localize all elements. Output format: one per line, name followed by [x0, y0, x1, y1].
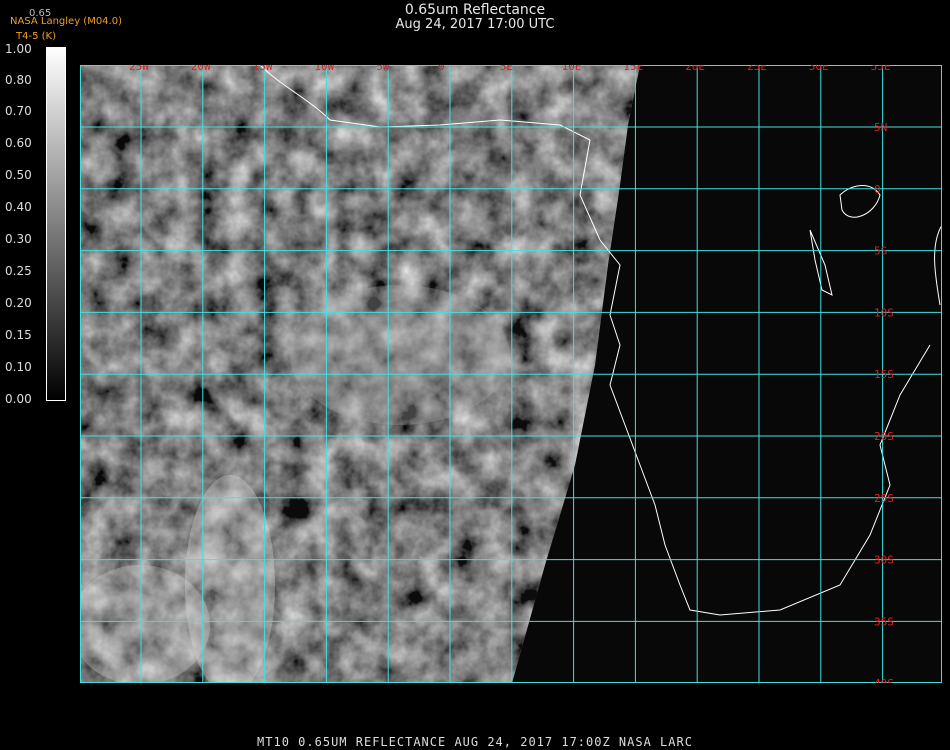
lat-label: 20S	[874, 430, 894, 443]
lon-label: 10E	[562, 65, 582, 73]
lat-label: 30S	[874, 554, 894, 567]
lon-label: 5W	[376, 65, 390, 73]
colorbar	[46, 47, 66, 401]
lat-label: 25S	[874, 492, 894, 505]
footer-caption: MT10 0.65UM REFLECTANCE AUG 24, 2017 17:…	[257, 735, 693, 749]
lat-label: 0	[874, 183, 881, 196]
colorbar-tick-label: 0.20	[5, 296, 32, 310]
lat-label: 40S	[874, 677, 894, 683]
brand-label: NASA Langley (M04.0)	[10, 16, 122, 27]
colorbar-tick-label: 0.70	[5, 104, 32, 118]
colorbar-tick-label: 0.50	[5, 168, 32, 182]
lon-label: 0	[438, 65, 445, 73]
lat-label: 35S	[874, 615, 894, 628]
lon-label: 15W	[253, 65, 273, 73]
colorbar-tick-label: 0.30	[5, 232, 32, 246]
lon-label: 5E	[500, 65, 513, 73]
lon-label: 25E	[747, 65, 767, 73]
colorbar-tick-label: 0.25	[5, 264, 32, 278]
lat-label: 15S	[874, 368, 894, 381]
lon-label: 35E	[871, 65, 891, 73]
colorbar-tick-label: 0.40	[5, 200, 32, 214]
sub-brand-label: T4-5 (K)	[16, 31, 56, 42]
lon-label: 10W	[314, 65, 334, 73]
map-title: 0.65um Reflectance	[404, 2, 546, 18]
lon-label: 15E	[623, 65, 643, 73]
lon-label: 25W	[129, 65, 149, 73]
satellite-map: 25W 20W 15W 10W 5W 0 5E 10E 15E 20E 25E 30E 35E 5N 0 5S…	[80, 65, 942, 683]
colorbar-tick-label: 0.60	[5, 136, 32, 150]
lat-label: 5N	[874, 121, 887, 134]
map-subtitle: Aug 24, 2017 17:00 UTC	[395, 17, 555, 32]
colorbar-tick-label: 0.10	[5, 360, 32, 374]
colorbar-tick-label: 0.00	[5, 392, 32, 406]
lon-label: 20W	[191, 65, 211, 73]
lon-label: 20E	[685, 65, 705, 73]
lat-label: 10S	[874, 306, 894, 319]
lon-label: 30E	[809, 65, 829, 73]
colorbar-tick-label: 1.00	[5, 42, 32, 56]
colorbar-tick-label: 0.15	[5, 328, 32, 342]
colorbar-tick-label: 0.80	[5, 73, 32, 87]
lat-label: 5S	[874, 245, 887, 258]
